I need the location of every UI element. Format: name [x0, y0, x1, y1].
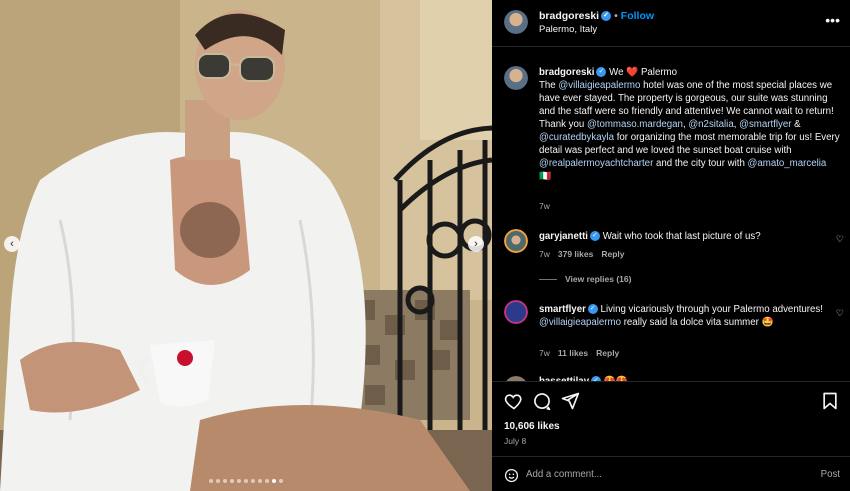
author-avatar[interactable] [504, 10, 528, 34]
mention-link[interactable]: @amato_marcelia [748, 158, 827, 169]
carousel-dot [272, 479, 276, 483]
post-modal: ‹ › bradgoreski ✓ • Follow Palermo, Italy •… [0, 0, 850, 491]
author-username[interactable]: bradgoreski [539, 10, 599, 22]
add-comment-bar: Post [504, 466, 840, 486]
comment-like-heart-icon[interactable]: ♡ [836, 308, 844, 319]
verified-badge-icon: ✓ [590, 231, 600, 242]
more-options-icon[interactable]: ••• [825, 12, 840, 28]
replies-line [539, 279, 557, 281]
carousel-dot [251, 479, 255, 483]
caption-username[interactable]: bradgoreski [539, 67, 594, 78]
comment-meta: 7w 379 likes Reply [539, 249, 624, 259]
carousel-dot [223, 479, 227, 483]
footer-divider [492, 456, 850, 457]
italy-flag-emoji: 🇮🇹 [539, 171, 552, 182]
comment-reply-button[interactable]: Reply [601, 249, 624, 259]
comment-likes[interactable]: 11 likes [558, 348, 588, 358]
share-icon[interactable] [560, 391, 580, 411]
emoji-icon[interactable] [504, 468, 519, 483]
comment-username[interactable]: garyjanetti [539, 231, 588, 242]
photo-illustration [0, 0, 492, 491]
caption-paragraph-1: The @villaigieapalermo hotel was one of … [539, 80, 834, 117]
caption-time[interactable]: 7w [539, 201, 550, 211]
mention-link[interactable]: @n2sitalia [688, 119, 733, 130]
comment-like-heart-icon[interactable]: ♡ [836, 234, 844, 245]
comments-divider [492, 381, 850, 382]
carousel-indicator [0, 479, 492, 483]
carousel-dot [279, 479, 283, 483]
post-location[interactable]: Palermo, Italy [539, 24, 597, 35]
mention-link[interactable]: @tommaso.mardegan [587, 119, 683, 130]
post-photo[interactable]: ‹ › [0, 0, 492, 491]
verified-badge-icon: ✓ [596, 67, 607, 78]
action-bar [504, 391, 840, 411]
post-caption: bradgoreski ✓ We ❤️ Palermo The @villaigi… [539, 66, 841, 183]
header-separator: • [614, 10, 618, 22]
header-divider [492, 46, 850, 47]
caption-avatar[interactable] [504, 66, 528, 90]
commenter-avatar[interactable] [504, 229, 528, 253]
mention-link[interactable]: @smartflyer [739, 119, 791, 130]
carousel-next-button[interactable]: › [468, 236, 484, 252]
post-details-panel: bradgoreski ✓ • Follow Palermo, Italy ••• b… [492, 0, 850, 491]
mention-link[interactable]: @realpalermoyachtcharter [539, 158, 653, 169]
follow-button[interactable]: Follow [621, 10, 654, 22]
post-date: July 8 [504, 436, 527, 446]
caption-paragraph-2: Thank you @tommaso.mardegan, @n2sitalia,… [539, 119, 840, 182]
carousel-dot [265, 479, 269, 483]
caption-heading: We ❤️ Palermo [606, 67, 678, 78]
bookmark-icon[interactable] [820, 391, 840, 411]
carousel-dot [216, 479, 220, 483]
comment-likes[interactable]: 379 likes [558, 249, 593, 259]
carousel-dot [237, 479, 241, 483]
mention-link[interactable]: @villaigieapalermo [539, 317, 621, 328]
carousel-dot [258, 479, 262, 483]
comment-item-partial: bassettilav✓ 😍😍 [492, 372, 850, 381]
view-replies-button[interactable]: View replies (16) [539, 274, 631, 284]
comment-meta: 7w 11 likes Reply [539, 348, 619, 358]
comment-time[interactable]: 7w [539, 249, 550, 259]
comment-username[interactable]: smartflyer [539, 304, 586, 315]
comment-time[interactable]: 7w [539, 348, 550, 358]
comment-text: Wait who took that last picture of us? [600, 231, 761, 242]
commenter-avatar[interactable] [504, 300, 528, 324]
comment-item: garyjanetti ✓ Wait who took that last pic… [539, 230, 829, 243]
mention-link[interactable]: @curatedbykayla [539, 132, 614, 143]
post-header-line: bradgoreski ✓ • Follow [539, 10, 654, 22]
likes-count[interactable]: 10,606 likes [504, 421, 560, 432]
mention-link[interactable]: @villaigieapalermo [558, 80, 640, 91]
carousel-dot [244, 479, 248, 483]
heart-icon[interactable] [504, 391, 524, 411]
carousel-prev-button[interactable]: ‹ [4, 236, 20, 252]
carousel-dot [230, 479, 234, 483]
comment-item: smartflyer ✓ Living vicariously through y… [539, 304, 823, 328]
post-comment-button[interactable]: Post [821, 469, 840, 480]
verified-badge-icon: ✓ [601, 11, 612, 22]
verified-badge-icon: ✓ [587, 304, 598, 315]
comment-reply-button[interactable]: Reply [596, 348, 619, 358]
carousel-dot [209, 479, 213, 483]
comment-icon[interactable] [532, 391, 552, 411]
add-comment-input[interactable] [526, 469, 786, 480]
